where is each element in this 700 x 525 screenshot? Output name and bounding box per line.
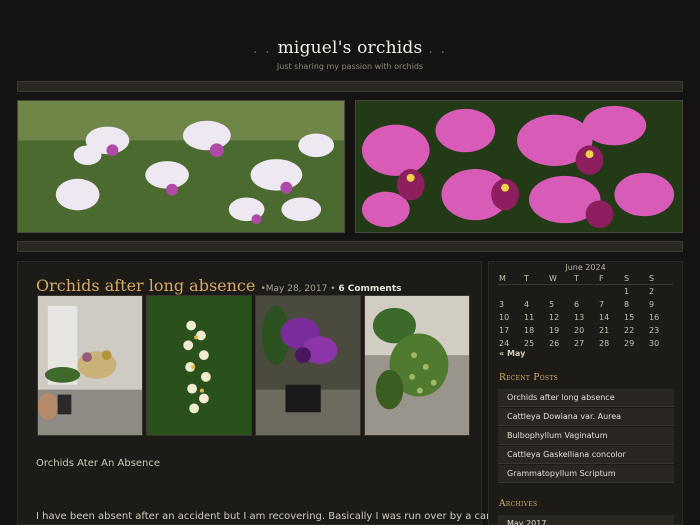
calendar-day: 6 (574, 300, 580, 309)
archives-title: Archives (499, 499, 538, 509)
calendar-day (498, 287, 523, 296)
weekday: S (649, 274, 655, 283)
calendar-day: 4 (524, 300, 530, 309)
calendar-week: 24 25 26 27 28 29 30 (498, 339, 673, 348)
post-photo-3[interactable] (255, 295, 361, 436)
calendar-day: 20 (574, 326, 585, 335)
weekday: T (574, 274, 579, 283)
calendar-day: 22 (624, 326, 635, 335)
archive-link[interactable]: May 2017 (498, 515, 674, 525)
post-comments-link[interactable]: 6 Comments (338, 284, 401, 294)
calendar-day: 23 (649, 326, 660, 335)
calendar-day (573, 287, 598, 296)
calendar-day: 25 (524, 339, 535, 348)
calendar-day: 11 (524, 313, 535, 322)
recent-post-link[interactable]: Grammatopyllum Scriptum (498, 465, 674, 483)
top-nav-bar (17, 81, 683, 92)
calendar-day: 12 (549, 313, 560, 322)
calendar-day: 3 (499, 300, 505, 309)
title-dots-left: . . (253, 42, 278, 57)
weekday: W (549, 274, 557, 283)
post-title[interactable]: Orchids after long absence (36, 276, 255, 295)
post-body-text: I have been absent after an accident but… (36, 511, 491, 522)
post-date[interactable]: May 28, 2017 (266, 284, 328, 294)
calendar-week: 1 2 (498, 287, 673, 296)
calendar-day: 29 (624, 339, 635, 348)
calendar-caption: June 2024 (565, 263, 606, 272)
post-meta: •May 28, 2017 • 6 Comments (260, 284, 401, 294)
calendar-day: 2 (649, 287, 655, 296)
calendar-day: 10 (499, 313, 510, 322)
calendar-week: 10 11 12 13 14 15 16 (498, 313, 673, 322)
calendar-day: 5 (549, 300, 555, 309)
calendar-prev-month-link[interactable]: « May (499, 349, 525, 358)
post-photo-1[interactable] (37, 295, 143, 436)
calendar-day (598, 287, 623, 296)
post-photo-2[interactable] (146, 295, 252, 436)
calendar-day: 27 (574, 339, 585, 348)
recent-posts-title: Recent Posts (499, 373, 559, 383)
site-title-text[interactable]: miguel's orchids (278, 38, 423, 58)
sidebar: June 2024 M T W T F S S 1 2 3 4 5 6 7 8 … (488, 261, 683, 525)
calendar-day (523, 287, 548, 296)
weekday: F (599, 274, 604, 283)
calendar-day: 15 (624, 313, 635, 322)
site-title[interactable]: . . miguel's orchids . . (0, 38, 700, 58)
orchid-photo-2 (147, 296, 251, 435)
calendar-day: 14 (599, 313, 610, 322)
orchid-photo-1 (38, 296, 142, 435)
recent-post-link[interactable]: Cattleya Dowiana var. Aurea (498, 408, 674, 426)
recent-post-link[interactable]: Cattleya Gaskelliana concolor (498, 446, 674, 464)
calendar-week: 3 4 5 6 7 8 9 (498, 300, 673, 309)
calendar-day: 30 (649, 339, 660, 348)
calendar-day: 7 (599, 300, 605, 309)
calendar-weekday-row: M T W T F S S (498, 274, 673, 285)
site-header: . . miguel's orchids . . Just sharing my… (0, 0, 700, 80)
calendar-week: 17 18 19 20 21 22 23 (498, 326, 673, 335)
meta-separator-2: • (330, 284, 336, 294)
calendar-day: 19 (549, 326, 560, 335)
weekday: T (524, 274, 529, 283)
calendar-day (548, 287, 573, 296)
calendar-day: 17 (499, 326, 510, 335)
calendar-day: 16 (649, 313, 660, 322)
title-dots-right: . . (422, 42, 447, 57)
weekday: M (499, 274, 506, 283)
recent-posts-list: Orchids after long absence Cattleya Dowi… (498, 389, 674, 484)
weekday: S (624, 274, 630, 283)
calendar-day: 9 (649, 300, 655, 309)
header-banner-image-right (355, 100, 683, 233)
calendar-day: 1 (624, 287, 630, 296)
calendar-day: 28 (599, 339, 610, 348)
calendar-day: 18 (524, 326, 535, 335)
recent-post-link[interactable]: Bulbophyllum Vaginatum (498, 427, 674, 445)
site-tagline: Just sharing my passion with orchids (276, 62, 424, 71)
header-banner-image-left (17, 100, 345, 233)
post-photo-4[interactable] (364, 295, 470, 436)
secondary-bar (17, 241, 683, 252)
post-subheading: Orchids Ater An Absence (36, 458, 161, 469)
calendar-day: 26 (549, 339, 560, 348)
post-content: Orchids after long absence •May 28, 2017… (17, 261, 490, 525)
post-header: Orchids after long absence •May 28, 2017… (36, 276, 476, 295)
orchid-photo-4 (365, 296, 469, 435)
white-orchids-photo (18, 101, 344, 232)
calendar-day: 13 (574, 313, 585, 322)
recent-post-link[interactable]: Orchids after long absence (498, 389, 674, 407)
orchid-photo-3 (256, 296, 360, 435)
calendar-day: 24 (499, 339, 510, 348)
calendar-day: 21 (599, 326, 610, 335)
calendar-day: 8 (624, 300, 630, 309)
pink-cattleya-photo (356, 101, 682, 232)
